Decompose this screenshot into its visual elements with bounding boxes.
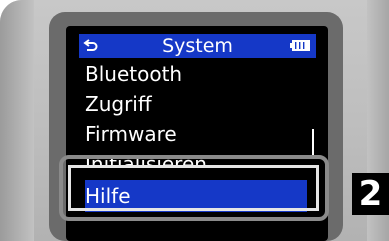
scrollbar[interactable] (312, 129, 314, 157)
screen-title: System (162, 35, 233, 57)
highlight-inner-frame (68, 165, 319, 211)
menu-item-firmware[interactable]: Firmware (85, 120, 177, 148)
step-number-badge: 2 (352, 173, 389, 215)
battery-icon (290, 40, 310, 51)
device-body: System Bluetooth Zugriff Firmware Initia… (0, 0, 389, 241)
menu-item-bluetooth[interactable]: Bluetooth (85, 60, 182, 88)
menu-item-zugriff[interactable]: Zugriff (85, 90, 152, 118)
title-bar: System (79, 34, 316, 58)
device-left-edge (0, 0, 34, 241)
